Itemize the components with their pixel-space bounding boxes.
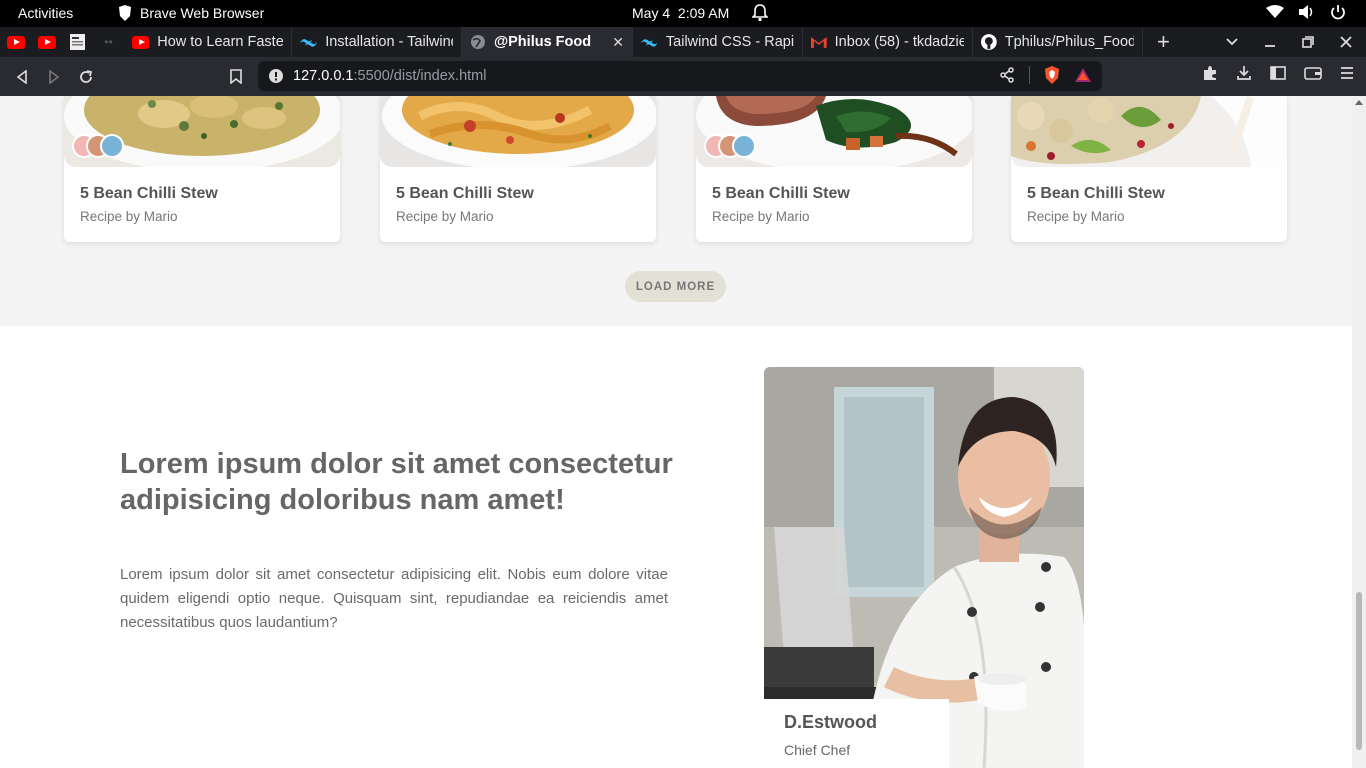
forward-arrow-icon [49,69,60,84]
avatar-group [704,134,756,158]
close-tab-icon[interactable]: ✕ [612,34,624,51]
forward-button[interactable] [38,61,70,93]
system-top-bar: Activities Brave Web Browser May 4 2:09 … [0,0,1366,27]
tab-how-to-learn[interactable]: How to Learn Faster [124,27,292,57]
tab-philus-food[interactable]: @Philus Food ✕ [462,27,633,57]
menu-icon[interactable] [1340,66,1354,80]
gmail-icon [811,37,827,48]
document-icon [70,34,85,50]
youtube-icon [37,35,56,49]
site-info-icon[interactable] [268,68,284,84]
url-divider [1029,66,1030,84]
brave-rewards-icon[interactable] [1074,67,1092,83]
tab-gmail-inbox[interactable]: Inbox (58) - tkdadzie [803,27,973,57]
recipe-author: Recipe by Mario [80,209,178,224]
new-tab-button[interactable]: + [1157,29,1170,55]
pinned-tab-youtube-1[interactable] [0,27,31,57]
share-icon[interactable] [999,67,1015,83]
back-arrow-icon [16,69,27,84]
recipe-card[interactable]: 5 Bean Chilli Stew Recipe by Mario [64,96,340,242]
avatar [732,134,756,158]
url-text: 127.0.0.1:5500/dist/index.html [293,68,486,84]
close-window-icon[interactable] [1340,36,1352,48]
hero-text: Lorem ipsum dolor sit amet consectetur a… [120,566,668,631]
recipe-card[interactable]: 5 Bean Chilli Stew Recipe by Mario [1011,96,1287,242]
tailwind-icon [641,38,658,47]
reload-button[interactable] [70,61,102,93]
power-icon[interactable] [1330,4,1346,20]
tab-installation-tailwind[interactable]: Installation - Tailwind [292,27,462,57]
hero-title: Lorem ipsum dolor sit amet consectetur a… [120,448,673,516]
tab-label: Tphilus/Philus_Food [1004,34,1134,50]
recipe-title: 5 Bean Chilli Stew [80,185,218,202]
tailwind-icon [300,38,318,47]
minimize-icon[interactable] [1264,36,1276,48]
url-path: :5500/dist/index.html [353,68,487,84]
reload-icon [80,69,93,83]
scrollbar-thumb[interactable] [1356,592,1362,750]
wallet-icon[interactable] [1304,66,1322,80]
recipe-author: Recipe by Mario [712,209,810,224]
volume-icon[interactable] [1298,4,1316,20]
bookmark-icon [230,69,242,84]
notification-bell-icon[interactable] [752,4,768,22]
recipe-title: 5 Bean Chilli Stew [396,185,534,202]
youtube-icon [132,35,150,49]
address-bar[interactable]: 127.0.0.1:5500/dist/index.html [258,61,1102,91]
chef-name: D.Estwood [784,712,877,732]
tab-label: @Philus Food [494,34,592,50]
url-host: 127.0.0.1 [293,68,354,84]
app-menu[interactable]: Brave Web Browser [118,5,264,21]
chef-caption: D.Estwood Chief Chef [764,699,949,768]
brave-shields-icon[interactable] [1044,66,1060,84]
downloads-icon[interactable] [1236,65,1252,81]
recipe-image [1011,96,1287,167]
github-icon [981,34,997,50]
blank-tab-icon: •• [104,35,113,49]
clock-date: May 4 [632,5,671,21]
restore-icon[interactable] [1302,36,1314,48]
page-viewport: 5 Bean Chilli Stew Recipe by Mario 5 Bea… [0,96,1366,768]
extensions-puzzle-icon[interactable] [1202,65,1218,81]
avatar [100,134,124,158]
youtube-icon [6,35,25,49]
chef-role: Chief Chef [784,742,851,758]
activities-button[interactable]: Activities [18,5,73,21]
back-button[interactable] [6,61,38,93]
tab-search-chevron-icon[interactable] [1226,38,1238,46]
browser-toolbar: 127.0.0.1:5500/dist/index.html [0,57,1366,96]
tab-strip: •• How to Learn Faster Installation - Ta… [0,27,1366,57]
pinned-tab-youtube-2[interactable] [31,27,62,57]
recipe-card[interactable]: 5 Bean Chilli Stew Recipe by Mario [380,96,656,242]
brave-lion-icon [119,5,131,21]
page-scrollbar[interactable] [1352,96,1366,768]
tab-tailwind-css[interactable]: Tailwind CSS - Rapid [633,27,803,57]
tab-label: How to Learn Faster [157,34,283,50]
recipe-image [380,96,656,167]
pinned-tab-blank[interactable]: •• [93,27,124,57]
recipes-section: 5 Bean Chilli Stew Recipe by Mario 5 Bea… [0,96,1352,326]
tab-label: Installation - Tailwind [325,34,453,50]
globe-icon [471,35,485,49]
sidebar-icon[interactable] [1270,66,1286,80]
recipe-author: Recipe by Mario [396,209,494,224]
load-more-button[interactable]: LOAD MORE [625,271,726,302]
tab-label: Tailwind CSS - Rapid [665,34,794,50]
recipe-card[interactable]: 5 Bean Chilli Stew Recipe by Mario [696,96,972,242]
wifi-icon[interactable] [1266,5,1284,19]
scroll-up-arrow-icon[interactable] [1355,100,1363,105]
tab-label: Inbox (58) - tkdadzie [834,34,964,50]
recipe-title: 5 Bean Chilli Stew [712,185,850,202]
avatar-group [72,134,124,158]
bookmark-button[interactable] [220,61,252,93]
pinned-tab-document[interactable] [62,27,93,57]
recipe-author: Recipe by Mario [1027,209,1125,224]
recipe-title: 5 Bean Chilli Stew [1027,185,1165,202]
clock-time: 2:09 AM [677,5,730,21]
clock[interactable]: May 4 2:09 AM [632,5,729,21]
tab-github-repo[interactable]: Tphilus/Philus_Food [973,27,1143,57]
app-name: Brave Web Browser [140,5,265,21]
